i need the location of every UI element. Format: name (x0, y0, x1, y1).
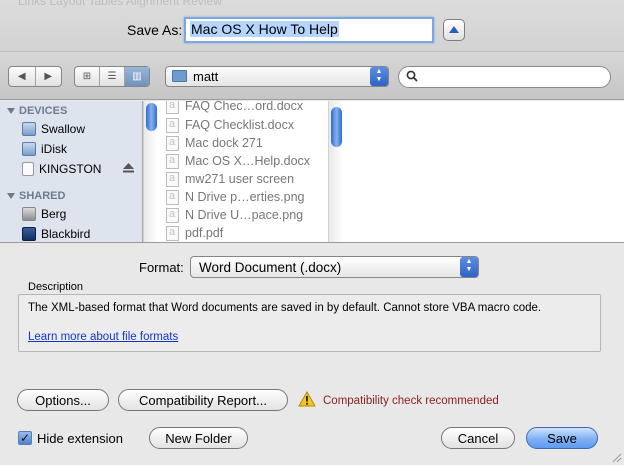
options-button[interactable]: Options... (17, 389, 109, 411)
back-forward-control: ◀ ▶ (8, 66, 62, 87)
document-icon (166, 207, 179, 223)
popup-arrows-icon: ▲ ▼ (460, 257, 478, 277)
empty-column (348, 101, 624, 242)
usb-drive-icon (22, 162, 34, 176)
document-icon (166, 135, 179, 151)
file-name: FAQ Chec…ord.docx (185, 101, 304, 113)
list-item[interactable]: mw271 user screen (166, 170, 294, 188)
format-value: Word Document (.docx) (199, 260, 342, 275)
save-as-label: Save As: (127, 22, 183, 38)
save-button[interactable]: Save (526, 427, 598, 449)
list-item[interactable]: FAQ Checklist.docx (166, 116, 294, 134)
list-item[interactable]: Mac dock 271 (166, 134, 263, 152)
computer-icon (22, 207, 36, 221)
file-name-input[interactable]: Mac OS X How To Help (184, 17, 434, 43)
scrollbar-thumb[interactable] (146, 103, 157, 131)
file-browser: DEVICES Swallow iDisk KINGSTON SHARED Be… (0, 101, 624, 243)
popup-arrows-icon: ▲ ▼ (370, 67, 388, 86)
search-icon (406, 70, 418, 82)
sidebar-item-idisk[interactable]: iDisk (22, 140, 67, 158)
sidebar-item-blackbird[interactable]: Blackbird (22, 225, 91, 242)
column-2-scrollbar[interactable] (328, 101, 343, 242)
chevron-up-icon (449, 26, 459, 33)
file-name: N Drive U…pace.png (185, 208, 304, 222)
description-box: The XML-based format that Word documents… (18, 294, 601, 352)
hard-disk-icon (22, 122, 36, 136)
back-button[interactable]: ◀ (9, 67, 36, 86)
folder-icon (172, 70, 187, 82)
document-icon (166, 189, 179, 205)
display-icon (22, 227, 36, 241)
format-label: Format: (139, 260, 184, 275)
hide-extension-label[interactable]: Hide extension (37, 431, 123, 446)
file-name: pdf.pdf (185, 226, 224, 240)
disclosure-triangle-icon (7, 108, 15, 114)
list-view-button[interactable]: ☰ (100, 67, 125, 86)
idisk-icon (22, 142, 36, 156)
sidebar-item-label: Blackbird (41, 227, 91, 241)
document-icon (166, 101, 179, 114)
icon-view-button[interactable]: ⊞ (75, 67, 100, 86)
file-name: Mac OS X…Help.docx (185, 154, 311, 168)
sidebar-heading-devices[interactable]: DEVICES (7, 105, 67, 117)
file-name-selection: Mac OS X How To Help (190, 21, 339, 37)
forward-button[interactable]: ▶ (36, 67, 62, 86)
sidebar-item-label: KINGSTON (39, 162, 102, 176)
resize-grip-icon[interactable] (612, 453, 622, 463)
document-icon (166, 225, 179, 241)
sidebar-heading-label: DEVICES (19, 105, 68, 117)
list-item[interactable]: N Drive p…erties.png (166, 188, 305, 206)
document-icon (166, 117, 179, 133)
learn-more-link[interactable]: Learn more about file formats (28, 331, 178, 343)
new-folder-button[interactable]: New Folder (149, 427, 248, 449)
collapse-dialog-button[interactable] (443, 19, 465, 41)
view-mode-control: ⊞ ☰ ▥ (74, 66, 150, 87)
disclosure-triangle-icon (7, 193, 15, 199)
column-1-scrollbar[interactable] (143, 101, 158, 242)
column-view-button[interactable]: ▥ (125, 67, 149, 86)
file-name: FAQ Checklist.docx (185, 118, 295, 132)
document-icon (166, 171, 179, 187)
cancel-button[interactable]: Cancel (441, 427, 515, 449)
sidebar-heading-label: SHARED (19, 190, 66, 202)
document-icon (166, 153, 179, 169)
hide-extension-checkbox[interactable]: ✓ (18, 431, 32, 445)
sidebar-heading-shared[interactable]: SHARED (7, 190, 65, 202)
sidebar-item-label: Berg (41, 207, 67, 221)
sidebar-item-berg[interactable]: Berg (22, 205, 66, 223)
file-name: mw271 user screen (185, 172, 295, 186)
eject-icon[interactable] (123, 163, 134, 173)
format-popup[interactable]: Word Document (.docx) ▲ ▼ (190, 256, 479, 278)
file-name: N Drive p…erties.png (185, 190, 305, 204)
sidebar-item-kingston[interactable]: KINGSTON (22, 160, 101, 178)
scrollbar-thumb[interactable] (331, 107, 342, 147)
search-input[interactable] (398, 66, 611, 88)
file-name: Mac dock 271 (185, 136, 263, 150)
sidebar: DEVICES Swallow iDisk KINGSTON SHARED Be… (0, 101, 143, 242)
list-item[interactable]: pdf.pdf (166, 224, 223, 242)
warning-icon (298, 391, 316, 407)
sidebar-item-label: Swallow (41, 122, 86, 136)
description-text: The XML-based format that Word documents… (28, 302, 542, 314)
location-popup[interactable]: matt ▲ ▼ (165, 66, 389, 87)
location-name: matt (193, 69, 219, 84)
sidebar-item-label: iDisk (41, 142, 67, 156)
list-item[interactable]: Mac OS X…Help.docx (166, 152, 310, 170)
list-item[interactable]: N Drive U…pace.png (166, 206, 303, 224)
file-column: FAQ Chec…ord.docx FAQ Checklist.docx Mac… (158, 101, 328, 242)
compatibility-report-button[interactable]: Compatibility Report... (118, 389, 288, 411)
description-label: Description (28, 281, 84, 293)
compatibility-status: Compatibility check recommended (323, 395, 499, 407)
background-ribbon-text: Links Layout Tables Alignment Review (18, 0, 222, 8)
list-item[interactable]: FAQ Chec…ord.docx (166, 101, 303, 115)
sidebar-item-swallow[interactable]: Swallow (22, 120, 85, 138)
